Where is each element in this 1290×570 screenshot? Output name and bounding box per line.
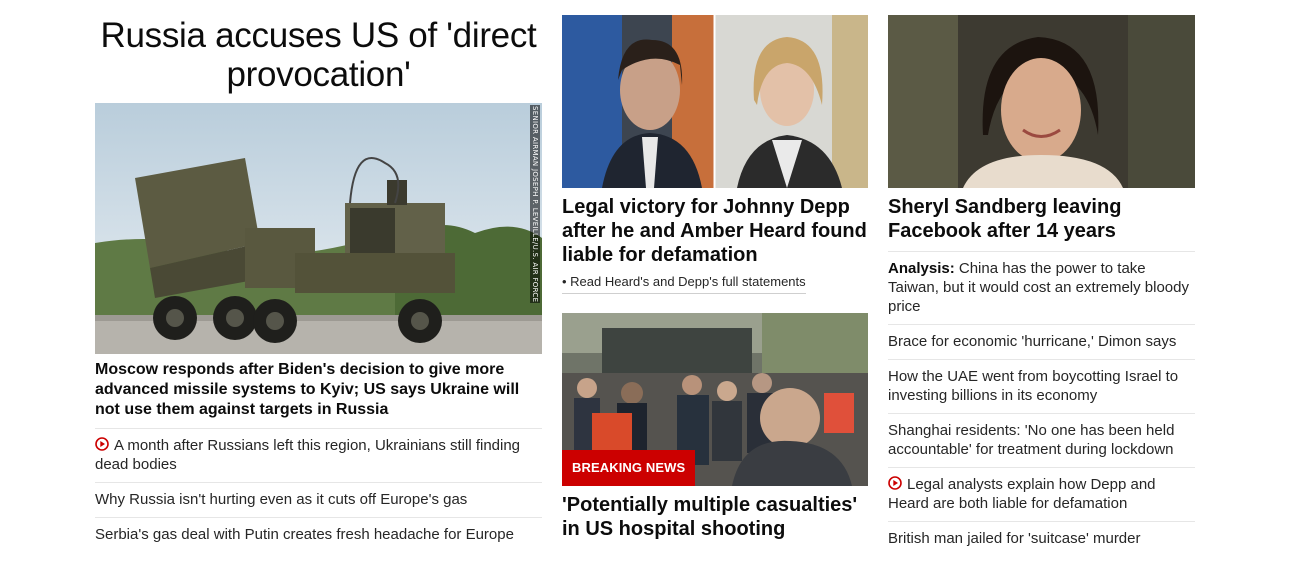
analysis-label: Analysis: xyxy=(888,260,955,277)
hospital-shooting-image[interactable]: BREAKING NEWS xyxy=(562,313,868,486)
middle-story-column: Legal victory for Johnny Depp after he a… xyxy=(562,15,868,541)
list-item-text: A month after Russians left this region,… xyxy=(95,437,521,473)
list-item[interactable]: Shanghai residents: 'No one has been hel… xyxy=(888,414,1195,468)
list-item[interactable]: Legal analysts explain how Depp and Hear… xyxy=(888,468,1195,522)
image-credit: SENIOR AIRMAN JOSEPH P. LEVEILLE/U.S. AI… xyxy=(530,105,540,304)
list-item-text: How the UAE went from boycotting Israel … xyxy=(888,368,1179,404)
play-video-icon xyxy=(888,476,902,490)
statements-link[interactable]: • Read Heard's and Depp's full statement… xyxy=(562,273,806,294)
play-video-icon xyxy=(95,437,109,451)
list-item-text: Serbia's gas deal with Putin creates fre… xyxy=(95,526,514,543)
list-item[interactable]: British man jailed for 'suitcase' murder xyxy=(888,522,1195,556)
right-story-column: Sheryl Sandberg leaving Facebook after 1… xyxy=(888,15,1195,556)
list-item[interactable]: Why Russia isn't hurting even as it cuts… xyxy=(95,483,542,518)
list-item[interactable]: Brace for economic 'hurricane,' Dimon sa… xyxy=(888,325,1195,360)
list-item-text: Legal analysts explain how Depp and Hear… xyxy=(888,476,1156,512)
list-item-text: Why Russia isn't hurting even as it cuts… xyxy=(95,491,468,508)
list-item-text: Brace for economic 'hurricane,' Dimon sa… xyxy=(888,333,1177,350)
list-item[interactable]: Analysis: China has the power to take Ta… xyxy=(888,252,1195,325)
missile-launcher-photo xyxy=(95,103,542,354)
right-story-list: Analysis: China has the power to take Ta… xyxy=(888,252,1195,556)
lead-story-column: Russia accuses US of 'direct provocation… xyxy=(95,15,542,552)
depp-story-headline[interactable]: Legal victory for Johnny Depp after he a… xyxy=(562,195,868,267)
lead-story-image[interactable]: SENIOR AIRMAN JOSEPH P. LEVEILLE/U.S. AI… xyxy=(95,103,542,354)
depp-heard-image[interactable] xyxy=(562,15,868,188)
sandberg-headline[interactable]: Sheryl Sandberg leaving Facebook after 1… xyxy=(888,195,1195,252)
depp-heard-photo xyxy=(562,15,868,188)
left-story-list: A month after Russians left this region,… xyxy=(95,429,542,552)
hospital-story-headline[interactable]: 'Potentially multiple casualties' in US … xyxy=(562,493,868,541)
sandberg-image[interactable] xyxy=(888,15,1195,188)
list-item-text: British man jailed for 'suitcase' murder xyxy=(888,530,1141,547)
list-item[interactable]: A month after Russians left this region,… xyxy=(95,429,542,483)
sandberg-photo xyxy=(888,15,1195,188)
list-item-text: Shanghai residents: 'No one has been hel… xyxy=(888,422,1175,458)
list-item[interactable]: Serbia's gas deal with Putin creates fre… xyxy=(95,518,542,552)
main-headline[interactable]: Russia accuses US of 'direct provocation… xyxy=(95,16,542,103)
lead-story-text[interactable]: Moscow responds after Biden's decision t… xyxy=(95,360,542,429)
list-item[interactable]: How the UAE went from boycotting Israel … xyxy=(888,360,1195,414)
breaking-news-badge: BREAKING NEWS xyxy=(562,450,696,486)
